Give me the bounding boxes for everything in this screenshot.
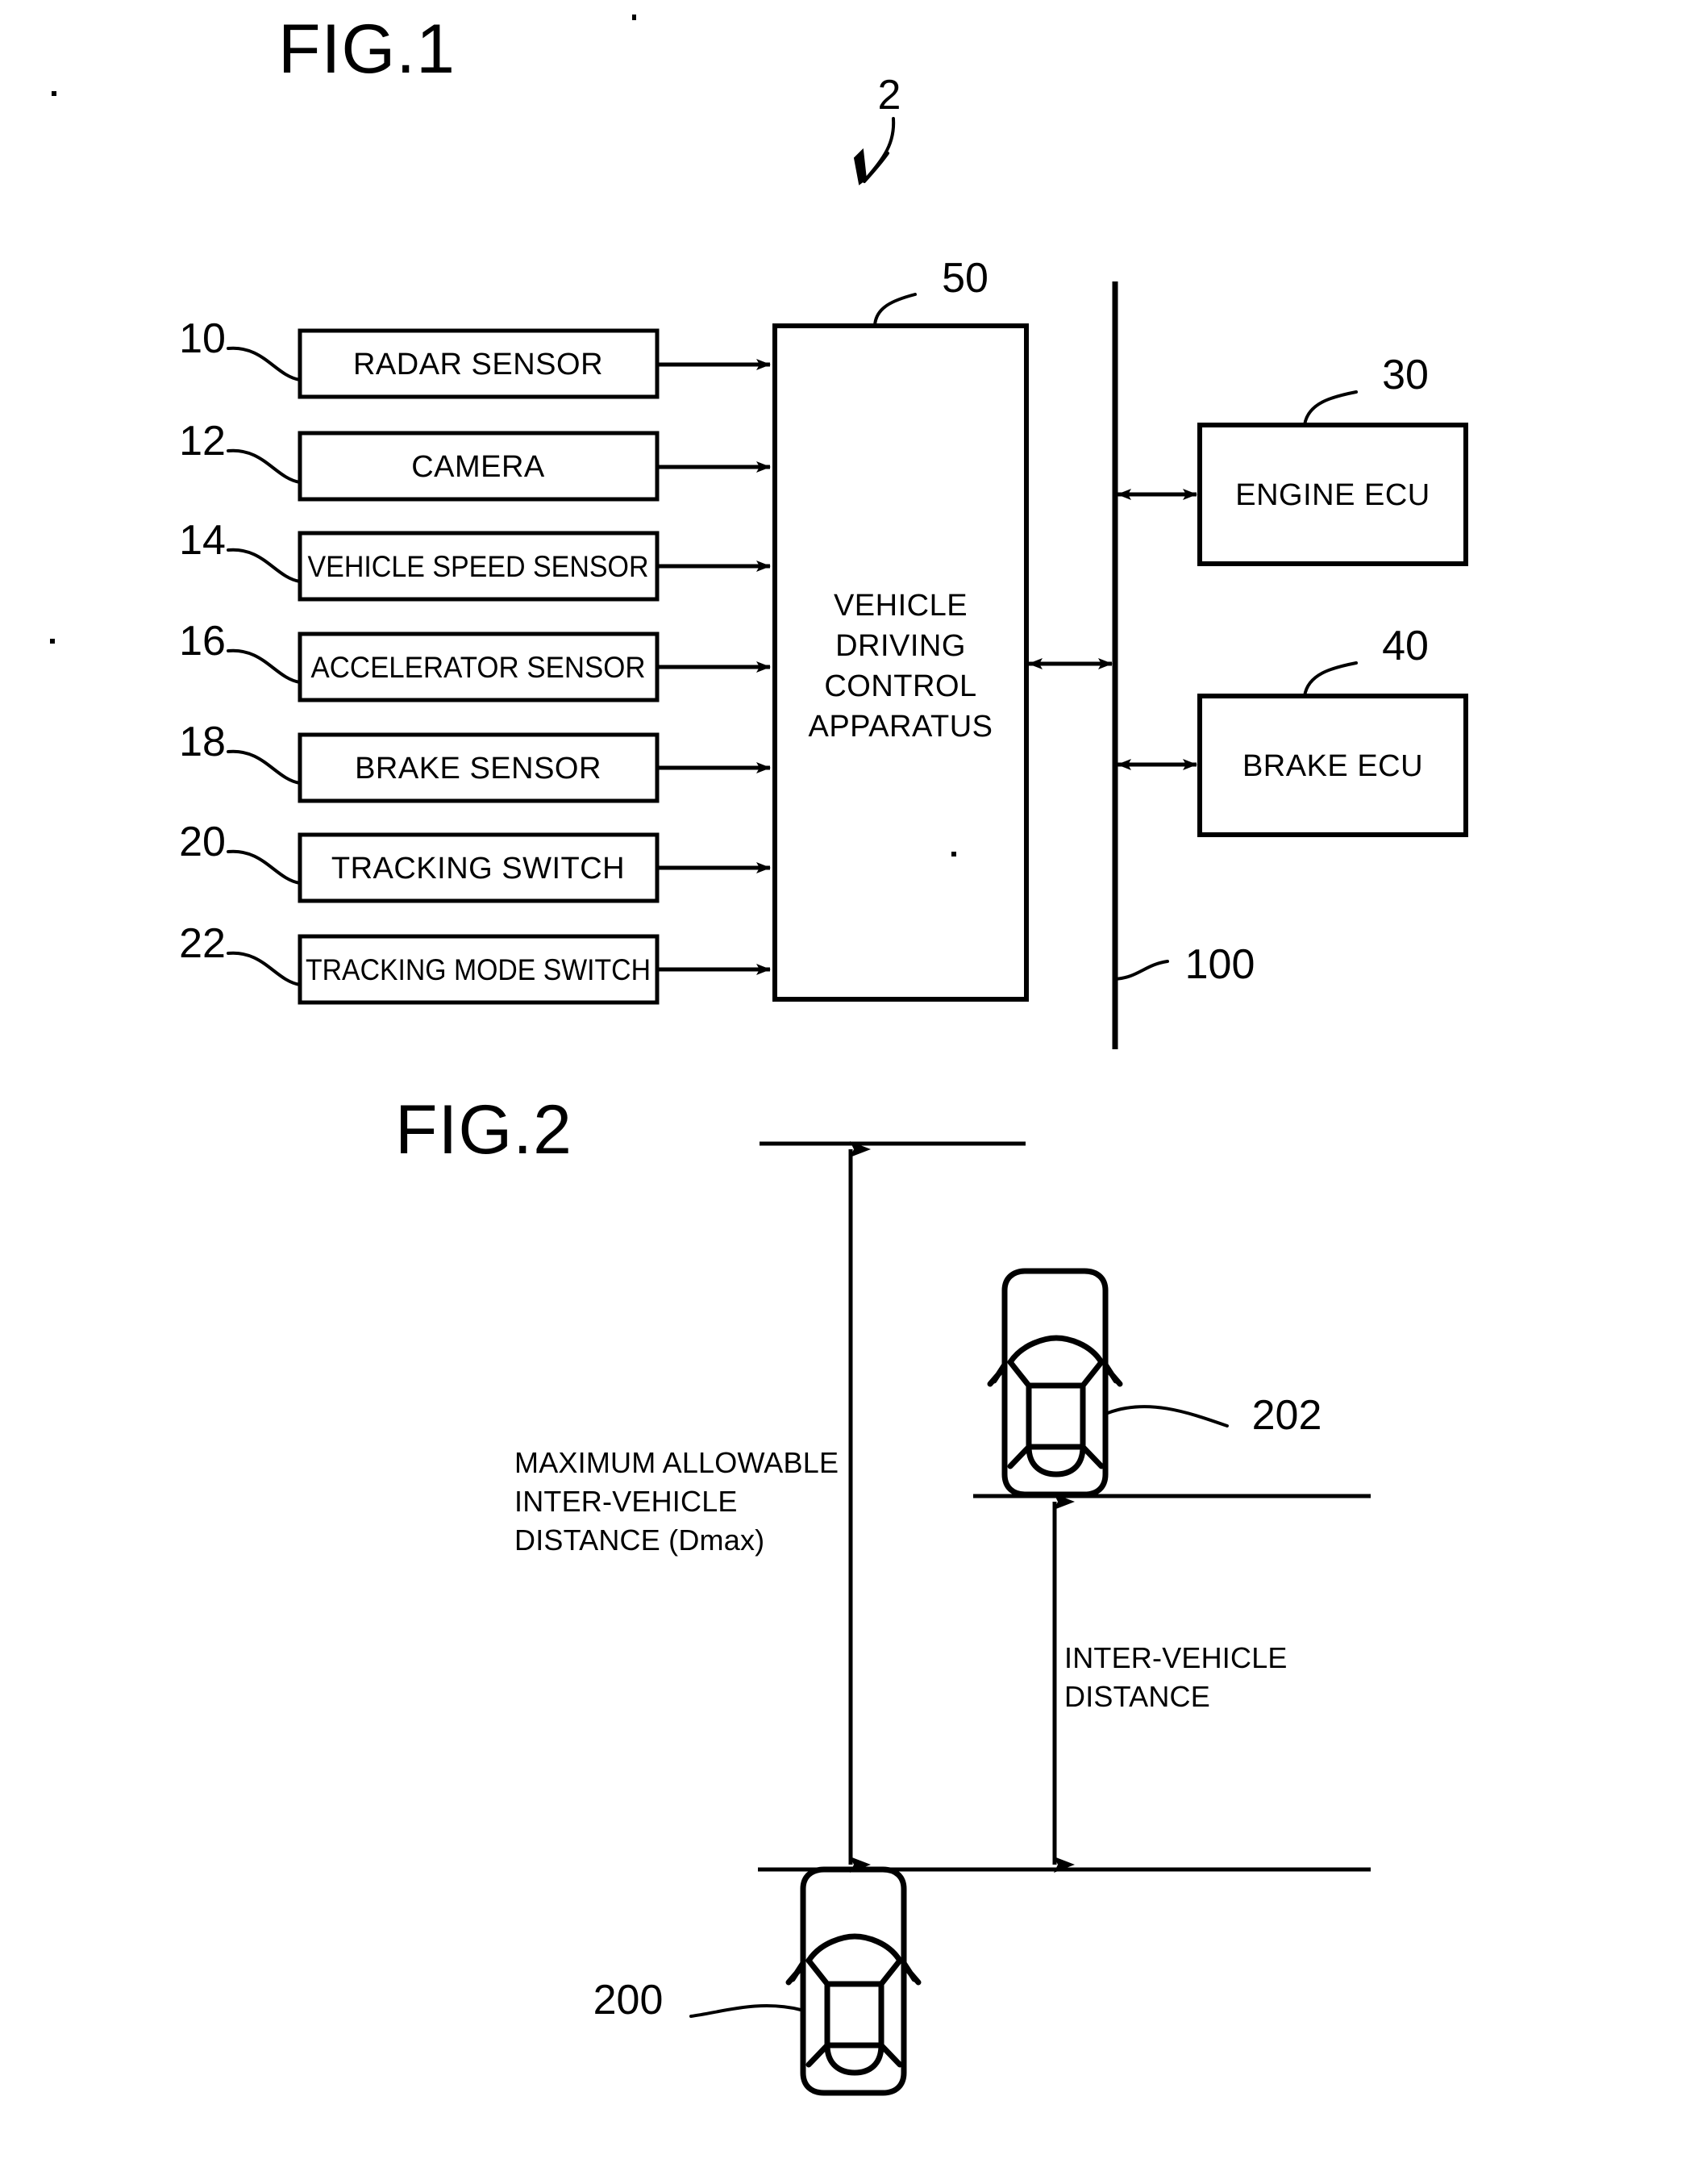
control-block-line-3: CONTROL — [824, 669, 976, 703]
system-ref-leader — [864, 117, 896, 181]
patent-drawing-sheet: FIG.1 2 VEHICLE DRIVING CONTROL APPARATU… — [0, 0, 1694, 2184]
vehicle-202-top-view: 202 — [987, 1268, 1322, 1498]
system-ref-arrowhead — [853, 148, 868, 185]
inter-vehicle-distance-label-line-1: INTER-VEHICLE — [1064, 1641, 1288, 1674]
input-ref-20: 20 — [179, 819, 226, 865]
input-leader-22 — [227, 951, 302, 986]
input-label-radar-sensor: RADAR SENSOR — [353, 348, 603, 381]
input-ref-14: 14 — [179, 517, 226, 564]
engine-ecu-ref-number: 30 — [1382, 352, 1429, 398]
bus-ref-leader — [1113, 960, 1169, 981]
control-block-line-1: VEHICLE — [834, 589, 968, 623]
input-label-tracking-mode-switch: TRACKING MODE SWITCH — [306, 953, 651, 986]
vehicle-202-ref-leader — [1106, 1405, 1229, 1428]
figure-2: FIG.2 MAXIMUM ALLOWABLE INTER-VEHICLE DI… — [395, 1091, 1371, 2096]
page-speck — [632, 15, 636, 20]
input-row-accelerator-sensor: 16 ACCELERATOR SENSOR — [179, 618, 771, 702]
input-label-brake-sensor: BRAKE SENSOR — [355, 752, 601, 786]
vehicle-202-rear-pillars — [1007, 1444, 1105, 1469]
input-leader-14 — [227, 548, 302, 583]
input-ref-12: 12 — [179, 418, 226, 465]
vehicle-200-cabin-front — [805, 1957, 903, 1987]
input-label-tracking-switch: TRACKING SWITCH — [331, 852, 625, 886]
control-block-line-2: DRIVING — [835, 629, 966, 663]
input-label-vehicle-speed-sensor: VEHICLE SPEED SENSOR — [308, 550, 649, 583]
system-ref-number: 2 — [878, 72, 901, 119]
page-speck-3 — [50, 639, 55, 644]
input-leader-12 — [227, 448, 302, 484]
page-speck-2 — [52, 91, 56, 96]
figure-1-title: FIG.1 — [278, 10, 456, 88]
input-leader-20 — [227, 849, 302, 885]
input-ref-22: 22 — [179, 920, 226, 967]
input-label-accelerator-sensor: ACCELERATOR SENSOR — [311, 651, 646, 684]
vehicle-200-ref-leader — [689, 2004, 802, 2018]
input-ref-10: 10 — [179, 315, 226, 362]
engine-ecu-ref-leader — [1303, 390, 1358, 427]
brake-ecu-ref-number: 40 — [1382, 623, 1429, 669]
vehicle-202-windshield — [1007, 1335, 1105, 1365]
input-label-camera: CAMERA — [411, 450, 545, 484]
input-leader-18 — [227, 749, 302, 785]
vehicle-200-rear-pillars — [805, 2042, 903, 2068]
input-ref-16: 16 — [179, 618, 226, 665]
control-block-line-4: APPARATUS — [808, 710, 993, 744]
vehicle-202-ref-number: 202 — [1252, 1392, 1322, 1439]
engine-ecu-label: ENGINE ECU — [1235, 478, 1430, 512]
system-ref-arrow-barb — [863, 152, 889, 183]
ecu-engine: 30 ENGINE ECU — [1117, 352, 1468, 566]
input-leader-16 — [227, 648, 302, 684]
input-row-radar-sensor: 10 RADAR SENSOR — [179, 315, 771, 399]
dmax-label-line-2: INTER-VEHICLE — [514, 1485, 738, 1518]
brake-ecu-label: BRAKE ECU — [1242, 749, 1423, 783]
input-ref-18: 18 — [179, 719, 226, 765]
vehicle-202-rear-window — [1026, 1444, 1086, 1478]
control-block-ref-number: 50 — [942, 255, 989, 302]
vehicle-200-top-view: 200 — [593, 1866, 922, 2096]
input-row-tracking-mode-switch: 22 TRACKING MODE SWITCH — [179, 920, 771, 1005]
dmax-label-line-1: MAXIMUM ALLOWABLE — [514, 1446, 839, 1479]
input-row-camera: 12 CAMERA — [179, 418, 771, 502]
ecu-brake: 40 BRAKE ECU — [1117, 623, 1468, 837]
dmax-label-line-3: DISTANCE (Dmax) — [514, 1523, 764, 1557]
page-speck-4 — [951, 852, 956, 857]
vehicle-202-roof — [1026, 1382, 1086, 1450]
figure-2-title: FIG.2 — [395, 1091, 572, 1169]
vehicle-202-cabin-front — [1007, 1359, 1105, 1389]
input-row-tracking-switch: 20 TRACKING SWITCH — [179, 819, 771, 903]
vehicle-200-windshield — [805, 1933, 903, 1964]
vehicle-200-ref-number: 200 — [593, 1977, 664, 2024]
inter-vehicle-distance-label-line-2: DISTANCE — [1064, 1680, 1210, 1713]
input-row-vehicle-speed-sensor: 14 VEHICLE SPEED SENSOR — [179, 517, 771, 602]
input-row-brake-sensor: 18 BRAKE SENSOR — [179, 719, 771, 803]
figure-1: FIG.1 2 VEHICLE DRIVING CONTROL APPARATU… — [50, 10, 1468, 1049]
control-block-ref-leader — [873, 293, 917, 327]
brake-ecu-ref-leader — [1303, 661, 1358, 698]
bus-ref-number: 100 — [1185, 941, 1255, 988]
vehicle-200-roof — [824, 1981, 884, 2049]
input-leader-10 — [227, 346, 302, 381]
vehicle-200-rear-window — [824, 2042, 884, 2076]
figures-canvas: FIG.1 2 VEHICLE DRIVING CONTROL APPARATU… — [50, 10, 1468, 2096]
